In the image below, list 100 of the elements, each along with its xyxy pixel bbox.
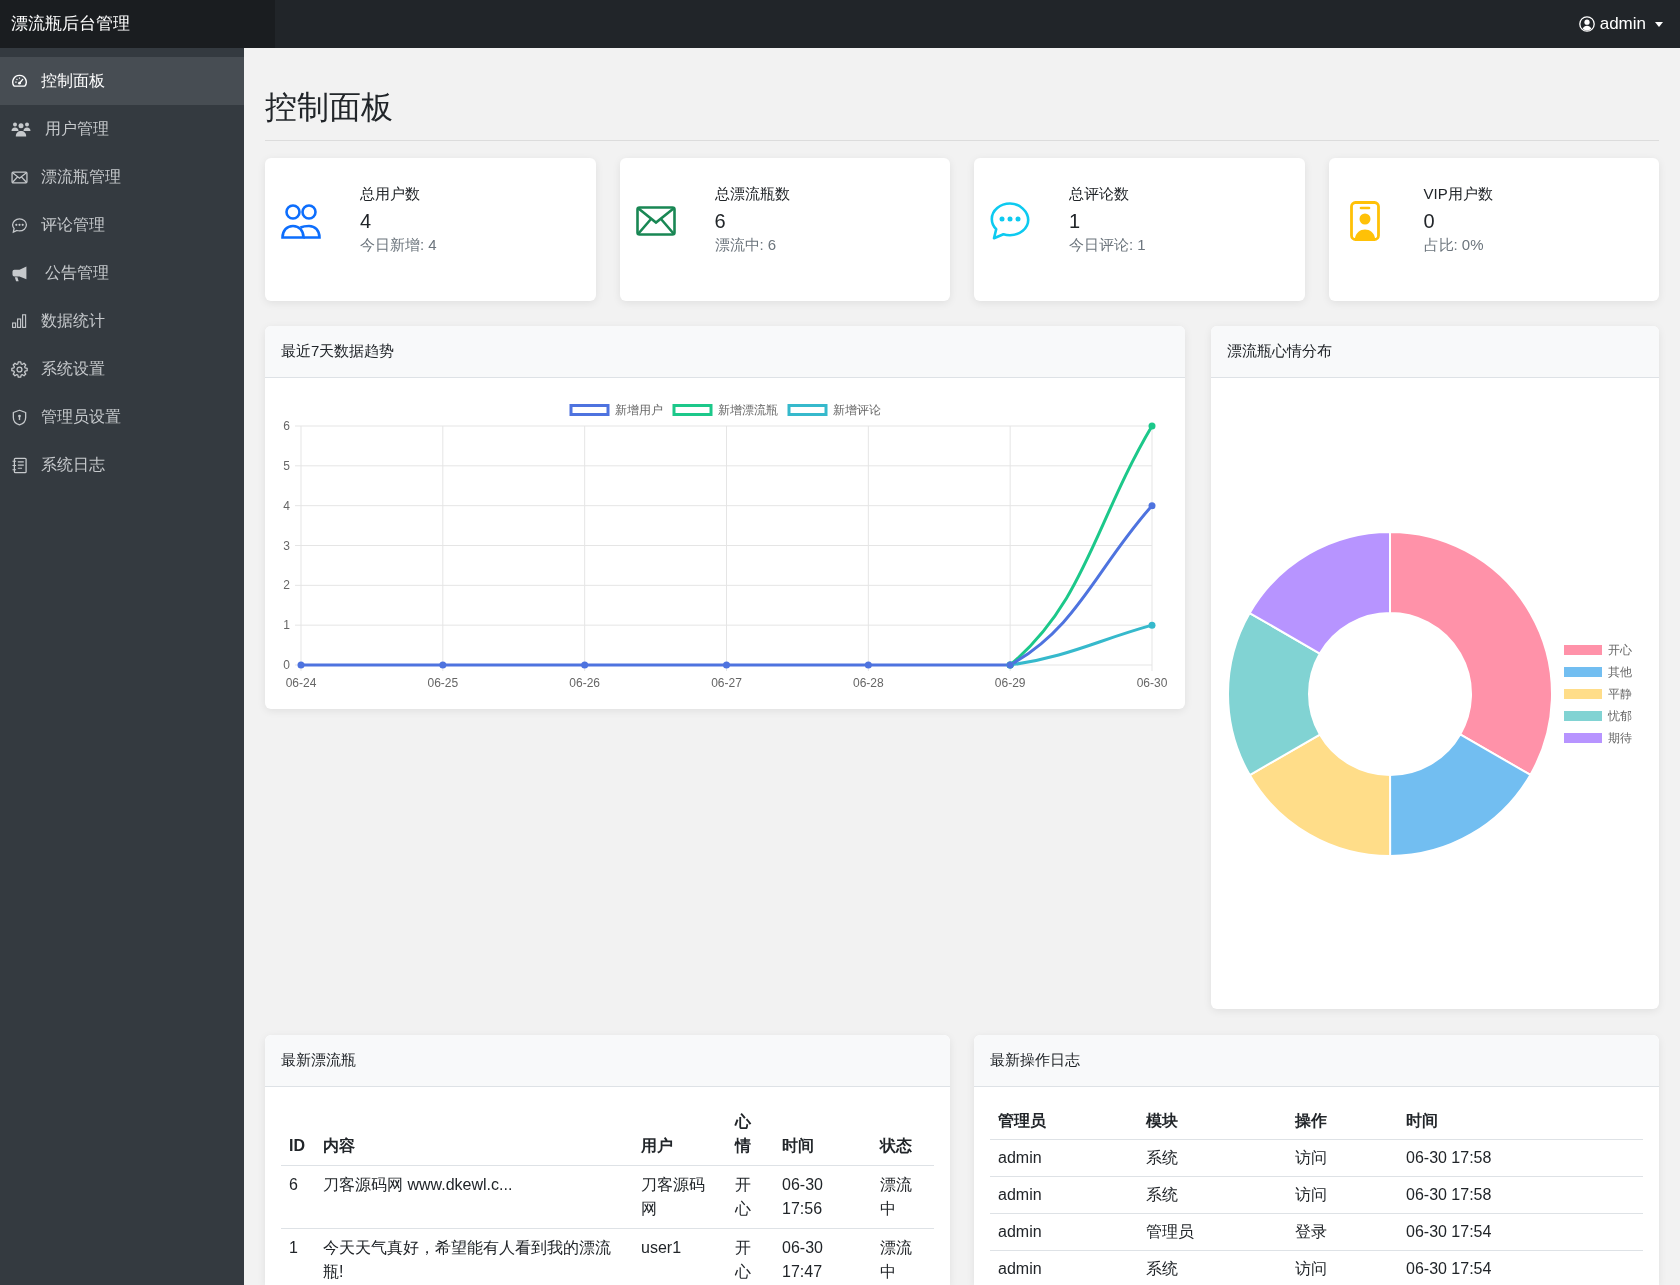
legend-label: 其他 [1608,665,1632,679]
table-header-cell: 管理员 [990,1103,1138,1140]
table-header-cell: 模块 [1138,1103,1287,1140]
sidebar-item[interactable]: 漂流瓶管理 [0,153,244,201]
stat-value: 0 [1423,209,1436,234]
table-cell: 访问 [1287,1139,1398,1177]
data-point [1148,422,1156,430]
gauge-icon [11,72,28,90]
sidebar-item[interactable]: 数据统计 [0,297,244,345]
axis-tick-label: 0 [283,658,290,672]
table-header-cell: 时间 [774,1103,872,1166]
table-header-cell: ID [281,1103,315,1166]
data-point [864,661,872,669]
table-header-cell: 操作 [1287,1103,1398,1140]
table-cell: 漂流中 [872,1165,934,1229]
table-header-cell: 用户 [633,1103,727,1166]
table-cell: 1 [281,1228,315,1285]
axis-tick-label: 4 [283,498,290,513]
data-point [1148,621,1156,629]
table-cell: 开心 [727,1228,774,1285]
data-point [581,661,589,669]
axis-tick-label: 06-27 [711,676,742,690]
card-title: 最新漂流瓶 [281,1050,356,1071]
sidebar-item[interactable]: 控制面板 [0,57,244,105]
table-cell: 今天天气真好，希望能有人看到我的漂流瓶! [315,1228,633,1285]
document-icon [11,456,28,474]
user-circle-icon [1578,16,1595,32]
axis-tick-label: 2 [283,578,290,593]
table-cell: 刀客源码网 www.dkewl.c... [315,1165,633,1229]
axis-tick-label: 6 [283,419,290,433]
table-cell: 06-30 17:56 [774,1165,872,1229]
table-cell: 06-30 17:58 [1398,1176,1643,1214]
legend-label: 平静 [1608,687,1632,701]
table-cell: user1 [633,1228,727,1285]
table-cell: admin [990,1139,1138,1177]
legend-label: 新增用户 [614,403,663,417]
axis-tick-label: 06-26 [569,676,600,690]
bar-chart-icon [11,313,27,329]
stat-detail: 今日评论: 1 [1069,235,1146,255]
sidebar-item[interactable]: 用户管理 [0,105,244,153]
table-cell: 6 [281,1165,315,1229]
legend-label: 开心 [1608,643,1632,657]
table-cell: 06-30 17:58 [1398,1139,1643,1177]
envelope-icon [635,206,676,236]
legend-label: 期待 [1608,731,1632,745]
table-cell: 漂流中 [872,1228,934,1285]
id-badge-icon [1349,201,1380,241]
axis-tick-label: 5 [283,458,290,473]
legend-label: 新增评论 [832,403,881,417]
table-cell: 开心 [727,1165,774,1229]
table-header-cell: 状态 [872,1103,934,1166]
brand-title: 漂流瓶后台管理 [11,13,130,36]
card-title: 最近7天数据趋势 [281,341,395,362]
table-cell: 06-30 17:54 [1398,1213,1643,1251]
stat-detail: 今日新增: 4 [360,235,437,255]
table-header-cell: 时间 [1398,1103,1643,1140]
people-icon [11,121,31,137]
sidebar-item[interactable]: 管理员设置 [0,393,244,441]
caret-icon [1655,21,1663,27]
data-point [439,661,447,669]
table-header-cell: 心情 [727,1103,774,1166]
people-icon [281,203,321,239]
table-cell: 06-30 17:47 [774,1228,872,1285]
megaphone-icon [11,264,28,282]
axis-tick-label: 06-29 [994,676,1026,690]
table-cell: admin [990,1176,1138,1214]
user-menu[interactable]: admin [1578,11,1663,37]
table-header-cell: 内容 [315,1103,633,1166]
card-title: 漂流瓶心情分布 [1227,341,1332,362]
table-cell: 访问 [1287,1250,1398,1285]
table-cell: 访问 [1287,1176,1398,1214]
table-cell: 系统 [1138,1139,1287,1177]
stat-value: 1 [1069,209,1082,234]
stat-value: 6 [714,209,727,234]
axis-tick-label: 3 [283,538,290,553]
table-cell: admin [990,1250,1138,1285]
stat-title: 总用户数 [360,184,421,204]
page-title: 控制面板 [265,88,394,126]
sidebar-item[interactable]: 系统设置 [0,345,244,393]
axis-tick-label: 06-30 [1136,676,1168,690]
data-point [723,661,730,669]
stat-title: 总评论数 [1069,184,1130,204]
axis-tick-label: 1 [283,618,290,633]
card-title: 最新操作日志 [990,1050,1080,1071]
table-cell: admin [990,1213,1138,1251]
shield-icon [11,408,28,426]
chat-bubble-icon [990,202,1030,240]
table-cell: 系统 [1138,1250,1287,1285]
stat-title: 总漂流瓶数 [714,184,790,204]
legend-label: 忧郁 [1608,709,1632,723]
stat-detail: 漂流中: 6 [714,235,778,255]
legend-label: 新增漂流瓶 [717,403,778,417]
sidebar-item[interactable]: 评论管理 [0,201,244,249]
stat-detail: 占比: 0% [1423,235,1485,255]
settings-icon [11,360,28,378]
sidebar-item[interactable]: 系统日志 [0,441,244,489]
table-cell: 管理员 [1138,1213,1287,1251]
axis-tick-label: 06-25 [427,676,459,690]
sidebar-item[interactable]: 公告管理 [0,249,244,297]
table-cell: 刀客源码网 [633,1165,727,1229]
